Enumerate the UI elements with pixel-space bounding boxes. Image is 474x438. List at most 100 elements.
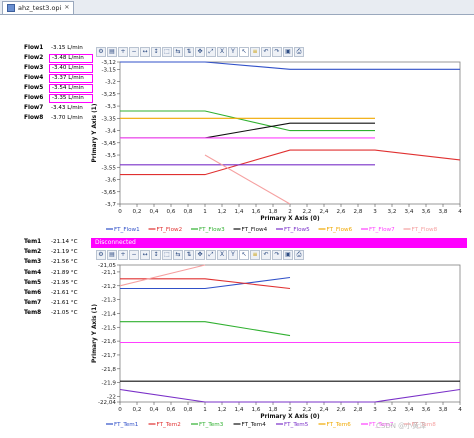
legend-item: FT_Tem6	[327, 422, 352, 428]
rubberband-zoom-icon[interactable]: ⬚	[162, 47, 172, 57]
x-tick-label: 4	[458, 407, 462, 413]
flow-value: -3.43 L/min	[51, 105, 83, 111]
x-tick-label: 0,8	[184, 209, 193, 215]
legend-item: FT_Flow5	[284, 227, 310, 233]
horizontal-zoom-icon[interactable]: ↔	[140, 47, 150, 57]
zoom-out-icon[interactable]: −	[129, 250, 139, 260]
rubberband-zoom-icon[interactable]: ⬚	[162, 250, 172, 260]
flow-chart[interactable]: -3,12-3,15 -3,2 -3,25 -3,3 -3,35 -3,4 -3,45 -3,…	[90, 58, 468, 236]
y-tick-label: -3,12	[102, 60, 116, 66]
stack-icon[interactable]: ≡	[250, 250, 260, 260]
redo-icon[interactable]: ↷	[272, 250, 282, 260]
close-icon[interactable]: ✕	[64, 2, 69, 14]
tem-label: Tem3	[24, 259, 42, 266]
undo-icon[interactable]: ↶	[261, 250, 271, 260]
y-axis-title: Primary Y Axis (1)	[92, 304, 98, 363]
flow-value: -3.48 L/min	[49, 54, 93, 63]
pointer-icon[interactable]: ↖	[239, 250, 249, 260]
y-tick-label: -3,35	[102, 116, 117, 122]
save-snapshot-icon[interactable]: ▣	[283, 250, 293, 260]
vertical-zoom-icon[interactable]: ↕	[151, 47, 161, 57]
zoom-to-fit-icon[interactable]: ⤢	[206, 47, 216, 57]
x-tick-label: 3	[373, 407, 377, 413]
editor-tab-title: ahz_test3.opi	[18, 4, 62, 12]
x-tick-label: 3,8	[439, 407, 448, 413]
save-snapshot-icon[interactable]: ▣	[283, 47, 293, 57]
x-tick-label: 0	[118, 209, 122, 215]
vertical-zoom-out-icon[interactable]: ⇅	[184, 47, 194, 57]
legend-item: FT_Tem1	[114, 422, 139, 428]
x-tick-label: 0,6	[167, 407, 176, 413]
x-tick-label: 2,4	[320, 209, 329, 215]
pointer-icon[interactable]: ↖	[239, 47, 249, 57]
config-icon[interactable]: ⚙	[96, 47, 106, 57]
tem-label: Tem4	[24, 269, 42, 276]
y-tick-label: -21,6	[102, 339, 117, 345]
horizontal-zoom-out-icon[interactable]: ⇆	[173, 47, 183, 57]
x-tick-label: 3,4	[405, 209, 414, 215]
y-tick-label: -21,7	[102, 353, 117, 359]
undo-icon[interactable]: ↶	[261, 47, 271, 57]
horizontal-zoom-out-icon[interactable]: ⇆	[173, 250, 183, 260]
y-tick-label: -3,55	[102, 165, 117, 171]
legend-icon[interactable]: ▤	[107, 47, 117, 57]
legend-item: FT_Tem4	[242, 422, 267, 428]
y-tick-label: -3,5	[105, 153, 116, 159]
tem-value: -21.61 °C	[51, 290, 78, 296]
flow-label: Flow4	[24, 75, 44, 81]
y-tick-label: -3,4	[105, 129, 116, 135]
panning-icon[interactable]: ✥	[195, 47, 205, 57]
stack-icon[interactable]: ≡	[250, 47, 260, 57]
x-axis-title: Primary X Axis (0)	[260, 216, 320, 222]
opi-file-icon	[7, 4, 15, 12]
horizontal-zoom-icon[interactable]: ↔	[140, 250, 150, 260]
x-tick-label: 2,8	[354, 209, 363, 215]
vertical-zoom-icon[interactable]: ↕	[151, 250, 161, 260]
x-zoom-icon[interactable]: X	[217, 250, 227, 260]
x-tick-label: 3,4	[405, 407, 414, 413]
y-zoom-icon[interactable]: Y	[228, 47, 238, 57]
y-tick-label: -3,3	[105, 104, 116, 110]
zoom-to-fit-icon[interactable]: ⤢	[206, 250, 216, 260]
x-tick-label: 0,4	[150, 209, 159, 215]
x-tick-label: 1,2	[218, 407, 227, 413]
print-icon[interactable]: ⎙	[294, 250, 304, 260]
legend-item: FT_Flow3	[199, 227, 225, 233]
x-tick-label: 3,6	[422, 407, 431, 413]
flow-value: -3.15 L/min	[51, 45, 83, 51]
x-tick-label: 3,2	[388, 209, 397, 215]
flow-label: Flow3	[24, 65, 44, 71]
legend-item: FT_Flow4	[242, 227, 268, 233]
x-tick-label: 2,2	[303, 407, 312, 413]
x-zoom-icon[interactable]: X	[217, 47, 227, 57]
flow-value: -3.54 L/min	[49, 84, 93, 93]
x-tick-label: 4	[458, 209, 462, 215]
print-icon[interactable]: ⎙	[294, 47, 304, 57]
zoom-in-icon[interactable]: +	[118, 47, 128, 57]
y-tick-label: -3,65	[102, 190, 117, 196]
y-tick-label: -3,45	[102, 141, 117, 147]
config-icon[interactable]: ⚙	[96, 250, 106, 260]
x-tick-label: 2	[288, 407, 292, 413]
y-tick-label: -21,05	[98, 263, 116, 269]
x-tick-label: 0,2	[133, 407, 142, 413]
x-tick-label: 0,4	[150, 407, 159, 413]
flow-value: -3.40 L/min	[49, 64, 93, 73]
zoom-out-icon[interactable]: −	[129, 47, 139, 57]
vertical-zoom-out-icon[interactable]: ⇅	[184, 250, 194, 260]
editor-tab[interactable]: ahz_test3.opi ✕	[2, 1, 75, 14]
temperature-chart[interactable]: -21,05-21,1 -21,2 -21,3 -21,4 -21,5 -21,6 -21,…	[90, 261, 468, 438]
x-tick-label: 2	[288, 209, 292, 215]
y-zoom-icon[interactable]: Y	[228, 250, 238, 260]
flow-label: Flow6	[24, 95, 44, 101]
x-tick-label: 2,2	[303, 209, 312, 215]
redo-icon[interactable]: ↷	[272, 47, 282, 57]
panning-icon[interactable]: ✥	[195, 250, 205, 260]
legend-icon[interactable]: ▤	[107, 250, 117, 260]
y-tick-label: -22,04	[98, 400, 116, 406]
editor-tab-bar: ahz_test3.opi ✕	[0, 0, 474, 15]
tem-label: Tem6	[24, 290, 42, 296]
legend-item: FT_Tem3	[199, 422, 224, 428]
y-tick-label: -21,8	[102, 367, 117, 373]
zoom-in-icon[interactable]: +	[118, 250, 128, 260]
